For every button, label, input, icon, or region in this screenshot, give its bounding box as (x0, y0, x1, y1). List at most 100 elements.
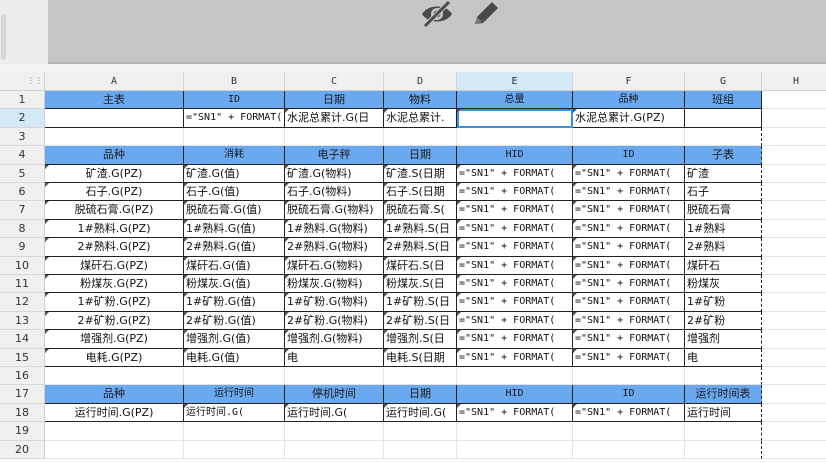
cell-e7[interactable]: ="SN1" + FORMAT( (457, 201, 573, 220)
cell-g20[interactable] (685, 440, 762, 459)
cell-c7[interactable]: 脱硫石膏.G(物料) (285, 201, 384, 220)
cell-f18[interactable]: ="SN1" + FORMAT( (573, 403, 685, 423)
cell-a20[interactable] (45, 440, 184, 459)
toolbar-scrollbar[interactable] (0, 14, 8, 60)
cell-a10[interactable]: 煤矸石.G(PZ) (45, 256, 184, 275)
cell-b18[interactable]: 运行时间.G( (184, 403, 285, 423)
header-cell-d1[interactable]: 物料 (384, 91, 457, 110)
column-header-a[interactable]: A (45, 72, 184, 91)
cell-g19[interactable] (685, 422, 762, 441)
cell-e5[interactable]: ="SN1" + FORMAT( (457, 164, 573, 183)
cell-e16[interactable] (457, 367, 573, 386)
cell-h6[interactable] (762, 183, 826, 202)
column-header-f[interactable]: F (573, 72, 685, 91)
row-header-6[interactable]: 6 (0, 183, 45, 202)
row-header-4[interactable]: 4 (0, 146, 45, 165)
header-cell-d17[interactable]: 日期 (384, 385, 457, 404)
cell-a16[interactable] (45, 367, 184, 386)
cell-b16[interactable] (184, 367, 285, 386)
cell-f11[interactable]: ="SN1" + FORMAT( (573, 275, 685, 294)
row-header-5[interactable]: 5 (0, 164, 45, 183)
cell-g8[interactable]: 1#熟料 (685, 219, 762, 239)
header-cell-f1[interactable]: 品种 (573, 91, 685, 110)
row-header-3[interactable]: 3 (0, 127, 45, 147)
cell-b9[interactable]: 2#熟料.G(值) (184, 238, 285, 257)
cell-b19[interactable] (184, 422, 285, 441)
cell-b6[interactable]: 石子.G(值) (184, 183, 285, 202)
cell-a8[interactable]: 1#熟料.G(PZ) (45, 219, 184, 239)
cell-e2[interactable] (457, 109, 573, 128)
cell-f19[interactable] (573, 422, 685, 441)
header-cell-b17[interactable]: 运行时间 (184, 385, 285, 404)
header-cell-g1[interactable]: 班组 (685, 91, 762, 110)
cell-c19[interactable] (285, 422, 384, 441)
header-cell-a17[interactable]: 品种 (45, 385, 184, 404)
header-cell-f4[interactable]: ID (573, 146, 685, 165)
row-header-12[interactable]: 12 (0, 293, 45, 312)
cell-f7[interactable]: ="SN1" + FORMAT( (573, 201, 685, 220)
row-header-17[interactable]: 17 (0, 385, 45, 404)
column-header-b[interactable]: B (184, 72, 285, 91)
cell-h1[interactable] (762, 91, 826, 110)
cell-g10[interactable]: 煤矸石 (685, 256, 762, 275)
cell-d9[interactable]: 2#熟料.S(日 (384, 238, 457, 257)
cell-c13[interactable]: 2#矿粉.G(物料) (285, 311, 384, 331)
cell-d18[interactable]: 运行时间.G( (384, 403, 457, 423)
row-header-20[interactable]: 20 (0, 440, 45, 459)
cell-c2[interactable]: 水泥总累计.G(日 (285, 109, 384, 128)
cell-b12[interactable]: 1#矿粉.G(值) (184, 293, 285, 312)
cell-a18[interactable]: 运行时间.G(PZ) (45, 403, 184, 423)
cell-f3[interactable] (573, 127, 685, 147)
row-header-11[interactable]: 11 (0, 275, 45, 294)
cell-c14[interactable]: 增强剂.G(物料) (285, 330, 384, 349)
cell-d20[interactable] (384, 440, 457, 459)
row-header-15[interactable]: 15 (0, 348, 45, 367)
cell-c15[interactable]: 电 (285, 348, 384, 367)
cell-b8[interactable]: 1#熟料.G(值) (184, 219, 285, 239)
header-cell-e17[interactable]: HID (457, 385, 573, 404)
row-header-16[interactable]: 16 (0, 367, 45, 386)
cell-e12[interactable]: ="SN1" + FORMAT( (457, 293, 573, 312)
edit-button[interactable] (467, 0, 503, 28)
header-cell-e4[interactable]: HID (457, 146, 573, 165)
cell-c11[interactable]: 粉煤灰.G(物料) (285, 275, 384, 294)
cell-g16[interactable] (685, 367, 762, 386)
cell-a12[interactable]: 1#矿粉.G(PZ) (45, 293, 184, 312)
header-cell-c4[interactable]: 电子秤 (285, 146, 384, 165)
cell-h11[interactable] (762, 275, 826, 294)
column-header-d[interactable]: D (384, 72, 457, 91)
cell-e14[interactable]: ="SN1" + FORMAT( (457, 330, 573, 349)
cell-h15[interactable] (762, 349, 826, 367)
row-header-18[interactable]: 18 (0, 403, 45, 423)
cell-e15[interactable]: ="SN1" + FORMAT( (457, 348, 573, 367)
cell-d11[interactable]: 粉煤灰.S(日 (384, 275, 457, 294)
cell-f16[interactable] (573, 367, 685, 386)
cell-e18[interactable]: ="SN1" + FORMAT( (457, 403, 573, 423)
column-header-g[interactable]: G (685, 72, 762, 91)
cell-d8[interactable]: 1#熟料.S(日 (384, 219, 457, 239)
row-header-10[interactable]: 10 (0, 256, 45, 275)
cell-g11[interactable]: 粉煤灰 (685, 275, 762, 294)
cell-h17[interactable] (762, 385, 826, 404)
cell-e20[interactable] (457, 440, 573, 459)
cell-a7[interactable]: 脱硫石膏.G(PZ) (45, 201, 184, 220)
cell-c3[interactable] (285, 127, 384, 147)
hide-button[interactable] (419, 0, 455, 28)
cell-a6[interactable]: 石子.G(PZ) (45, 183, 184, 202)
cell-g7[interactable]: 脱硫石膏 (685, 201, 762, 220)
row-header-19[interactable]: 19 (0, 422, 45, 441)
cell-c16[interactable] (285, 367, 384, 386)
cell-b7[interactable]: 脱硫石膏.G(值) (184, 201, 285, 220)
cell-f8[interactable]: ="SN1" + FORMAT( (573, 219, 685, 239)
cell-d5[interactable]: 矿渣.S(日期 (384, 164, 457, 183)
cell-g18[interactable]: 运行时间 (685, 403, 762, 423)
cell-a2[interactable] (45, 109, 184, 128)
scroll-thumb[interactable] (1, 14, 6, 60)
header-cell-a1[interactable]: 主表 (45, 91, 184, 110)
row-header-9[interactable]: 9 (0, 238, 45, 257)
cell-a19[interactable] (45, 422, 184, 441)
cell-e19[interactable] (457, 422, 573, 441)
cell-d3[interactable] (384, 127, 457, 147)
row-header-1[interactable]: 1 (0, 91, 45, 110)
column-header-e[interactable]: E (457, 72, 573, 91)
